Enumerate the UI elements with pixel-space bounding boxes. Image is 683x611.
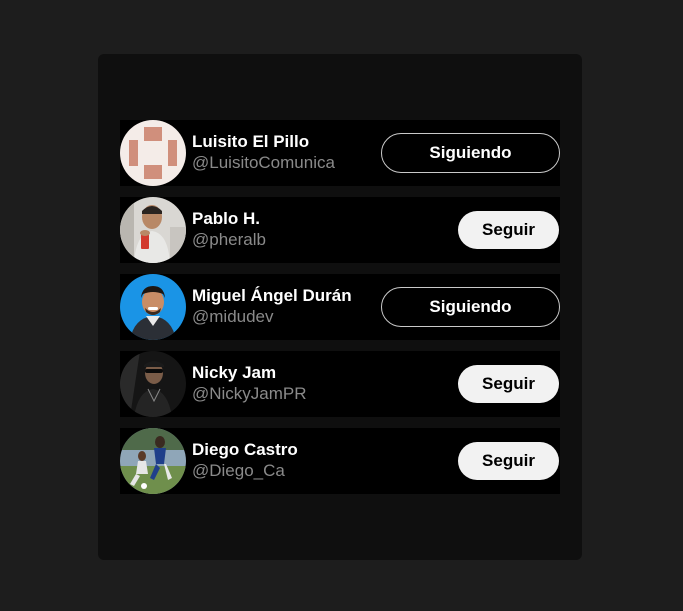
following-button[interactable]: Siguiendo bbox=[381, 287, 560, 327]
avatar[interactable] bbox=[120, 274, 186, 340]
user-handle[interactable]: @LuisitoComunica bbox=[192, 152, 382, 174]
user-name[interactable]: Diego Castro bbox=[192, 440, 382, 460]
follow-suggestions-panel: Luisito El Pillo @LuisitoComunica Siguie… bbox=[98, 54, 582, 560]
following-button[interactable]: Siguiendo bbox=[381, 133, 560, 173]
user-name[interactable]: Pablo H. bbox=[192, 209, 382, 229]
user-handle[interactable]: @Diego_Ca bbox=[192, 460, 382, 482]
avatar[interactable] bbox=[120, 428, 186, 494]
follow-button[interactable]: Seguir bbox=[458, 365, 559, 403]
user-handle[interactable]: @pheralb bbox=[192, 229, 382, 251]
person-photo bbox=[120, 428, 186, 494]
user-card: Nicky Jam @NickyJamPR Seguir bbox=[120, 351, 560, 417]
person-photo bbox=[120, 274, 186, 340]
user-handle[interactable]: @midudev bbox=[192, 306, 382, 328]
user-list: Luisito El Pillo @LuisitoComunica Siguie… bbox=[120, 120, 560, 505]
avatar[interactable] bbox=[120, 120, 186, 186]
default-avatar-icon bbox=[120, 120, 186, 186]
follow-button[interactable]: Seguir bbox=[458, 211, 559, 249]
user-name[interactable]: Miguel Ángel Durán bbox=[192, 286, 382, 306]
person-photo bbox=[120, 197, 186, 263]
user-card: Luisito El Pillo @LuisitoComunica Siguie… bbox=[120, 120, 560, 186]
follow-button[interactable]: Seguir bbox=[458, 442, 559, 480]
user-card: Miguel Ángel Durán @midudev Siguiendo bbox=[120, 274, 560, 340]
user-name[interactable]: Nicky Jam bbox=[192, 363, 382, 383]
person-photo bbox=[120, 351, 186, 417]
user-card: Pablo H. @pheralb Seguir bbox=[120, 197, 560, 263]
avatar[interactable] bbox=[120, 351, 186, 417]
user-handle[interactable]: @NickyJamPR bbox=[192, 383, 382, 405]
avatar[interactable] bbox=[120, 197, 186, 263]
user-card: Diego Castro @Diego_Ca Seguir bbox=[120, 428, 560, 494]
user-name[interactable]: Luisito El Pillo bbox=[192, 132, 382, 152]
